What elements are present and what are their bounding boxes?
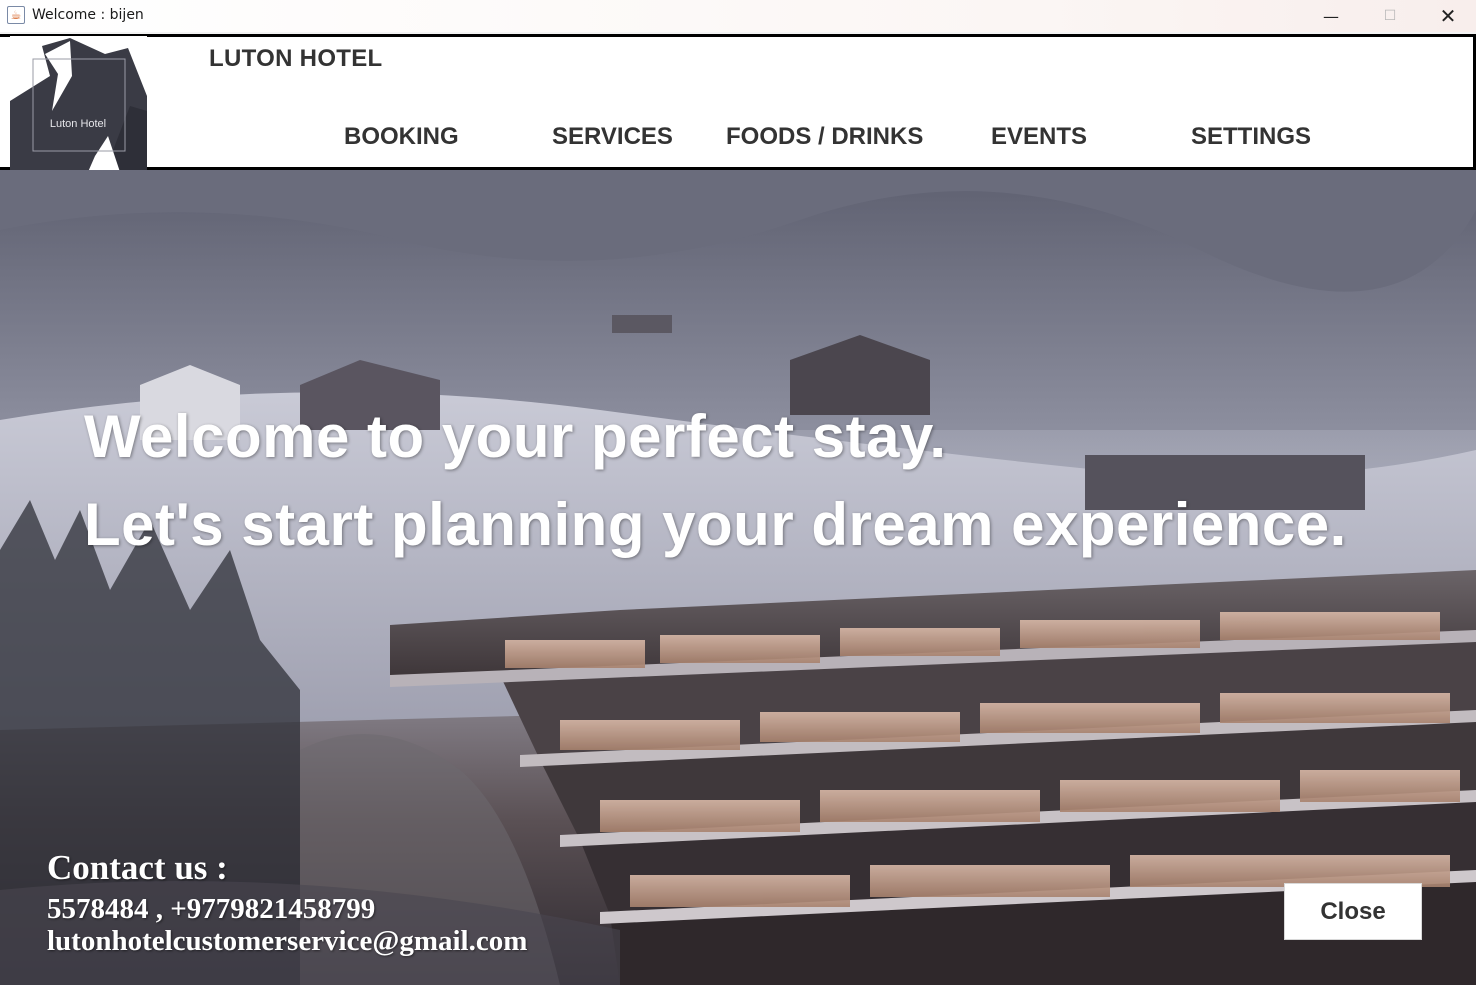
- java-cup-icon: ☕: [7, 6, 25, 24]
- nav-services[interactable]: SERVICES: [552, 123, 673, 151]
- logo-text: Luton Hotel: [50, 118, 106, 130]
- welcome-heading-line1: Welcome to your perfect stay.: [84, 403, 947, 470]
- hotel-name-title: LUTON HOTEL: [209, 45, 383, 72]
- close-button[interactable]: Close: [1284, 883, 1422, 940]
- window-title: Welcome : bijen: [32, 7, 144, 23]
- nav-booking[interactable]: BOOKING: [344, 123, 459, 151]
- contact-title: Contact us :: [47, 848, 228, 887]
- welcome-heading-line2: Let's start planning your dream experien…: [84, 491, 1347, 558]
- nav-events[interactable]: EVENTS: [991, 123, 1087, 151]
- app-header: Luton Hotel LUTON HOTEL BOOKING SERVICES…: [0, 34, 1476, 172]
- hotel-logo: Luton Hotel: [10, 36, 147, 172]
- minimize-button[interactable]: —: [1302, 0, 1360, 32]
- maximize-button[interactable]: ☐: [1361, 0, 1419, 32]
- nav-settings[interactable]: SETTINGS: [1191, 123, 1311, 151]
- nav-foods-drinks[interactable]: FOODS / DRINKS: [726, 123, 923, 151]
- window-titlebar: ☕ Welcome : bijen — ☐ ✕: [0, 0, 1476, 32]
- close-window-button[interactable]: ✕: [1419, 0, 1476, 32]
- contact-phone: 5578484 , +9779821458799: [47, 893, 376, 925]
- contact-email: lutonhotelcustomerservice@gmail.com: [47, 925, 528, 957]
